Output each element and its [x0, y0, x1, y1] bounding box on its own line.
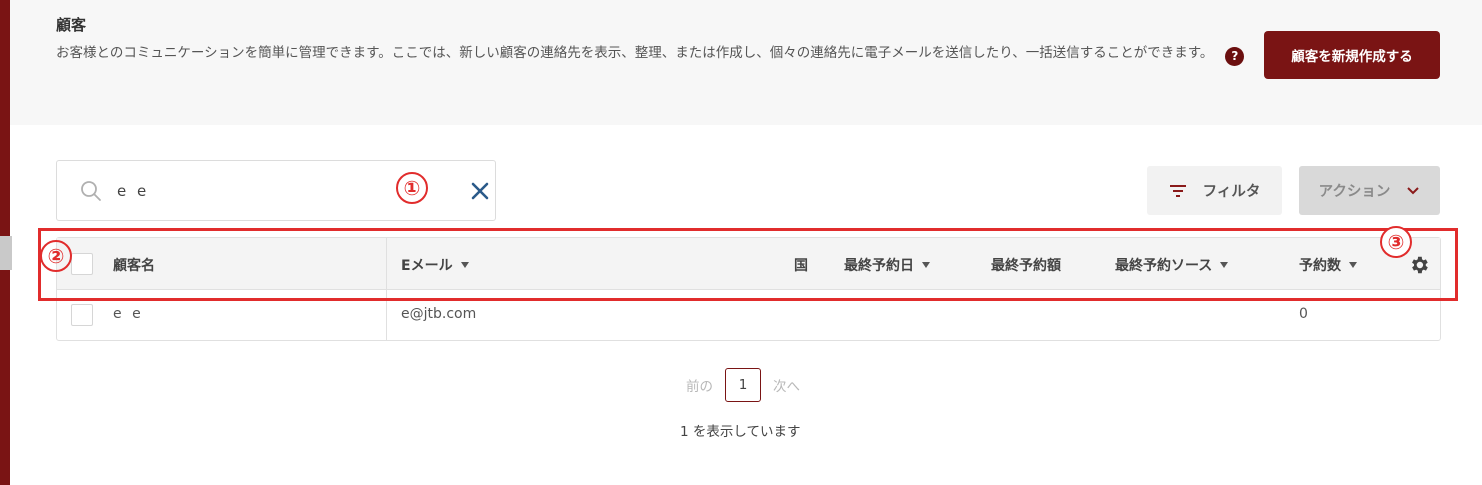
customer-table: 顧客名 Eメール 国 最終予約日 最終予約額 最終予約ソース 予約数 e e e… [56, 237, 1441, 341]
chevron-down-icon [1407, 186, 1420, 194]
column-header-country-label: 国 [794, 258, 808, 274]
annotation-marker-1: ① [396, 172, 428, 204]
pagination: 前の 1 次へ [686, 368, 800, 402]
sort-caret-icon [1349, 262, 1357, 268]
table-row[interactable]: e e e@jtb.com 0 [57, 290, 1440, 340]
page-header: 顧客 お客様とのコミュニケーションを簡単に管理できます。ここでは、新しい顧客の連… [10, 0, 1482, 125]
column-header-booking-count-label: 予約数 [1299, 258, 1341, 274]
column-header-name-label: 顧客名 [113, 258, 155, 274]
column-header-last-booking-date[interactable]: 最終予約日 [844, 255, 930, 275]
sort-caret-icon [460, 262, 469, 268]
close-icon[interactable] [467, 178, 493, 204]
annotation-marker-2: ② [40, 240, 72, 272]
column-header-last-booking-date-label: 最終予約日 [844, 258, 914, 274]
row-checkbox[interactable] [71, 304, 93, 326]
search-input[interactable] [117, 178, 417, 204]
page-number-current[interactable]: 1 [725, 368, 761, 402]
column-header-email[interactable]: Eメール [401, 255, 469, 275]
filter-icon [1169, 184, 1186, 197]
column-header-name[interactable]: 顧客名 [113, 255, 155, 275]
sort-caret-icon [1220, 262, 1229, 268]
prev-page-link[interactable]: 前の [686, 375, 713, 395]
results-count-text: 1 を表示しています [680, 424, 801, 440]
filter-button[interactable]: フィルタ [1147, 166, 1282, 215]
create-customer-button[interactable]: 顧客を新規作成する [1264, 31, 1440, 79]
select-all-checkbox[interactable] [71, 253, 93, 275]
sidebar-toggle-tab[interactable] [0, 236, 12, 270]
page-description: お客様とのコミュニケーションを簡単に管理できます。ここでは、新しい顧客の連絡先を… [56, 40, 1251, 66]
column-header-email-label: Eメール [401, 258, 453, 274]
table-header: 顧客名 Eメール 国 最終予約日 最終予約額 最終予約ソース 予約数 [57, 238, 1440, 290]
column-header-last-booking-amount[interactable]: 最終予約額 [991, 255, 1061, 275]
filter-label: フィルタ [1202, 184, 1261, 200]
gear-icon[interactable] [1408, 254, 1430, 276]
next-page-link[interactable]: 次へ [773, 375, 800, 395]
help-icon[interactable]: ? [1225, 46, 1245, 66]
column-header-country[interactable]: 国 [794, 255, 808, 275]
cell-email: e@jtb.com [401, 306, 477, 322]
action-label: アクション [1318, 184, 1391, 200]
column-header-last-booking-amount-label: 最終予約額 [991, 258, 1061, 274]
column-header-booking-count[interactable]: 予約数 [1299, 255, 1357, 275]
sort-caret-icon [922, 262, 930, 268]
column-header-last-booking-source[interactable]: 最終予約ソース [1115, 255, 1229, 275]
cell-booking-count: 0 [1299, 306, 1308, 322]
column-header-last-booking-source-label: 最終予約ソース [1115, 258, 1213, 274]
page-title: 顧客 [56, 16, 87, 34]
page-description-text: お客様とのコミュニケーションを簡単に管理できます。ここでは、新しい顧客の連絡先を… [56, 45, 1214, 61]
annotation-marker-3: ③ [1380, 226, 1412, 258]
cell-name[interactable]: e e [113, 306, 144, 322]
search-icon [81, 181, 101, 201]
search-box[interactable] [56, 160, 496, 221]
action-button[interactable]: アクション [1299, 166, 1440, 215]
